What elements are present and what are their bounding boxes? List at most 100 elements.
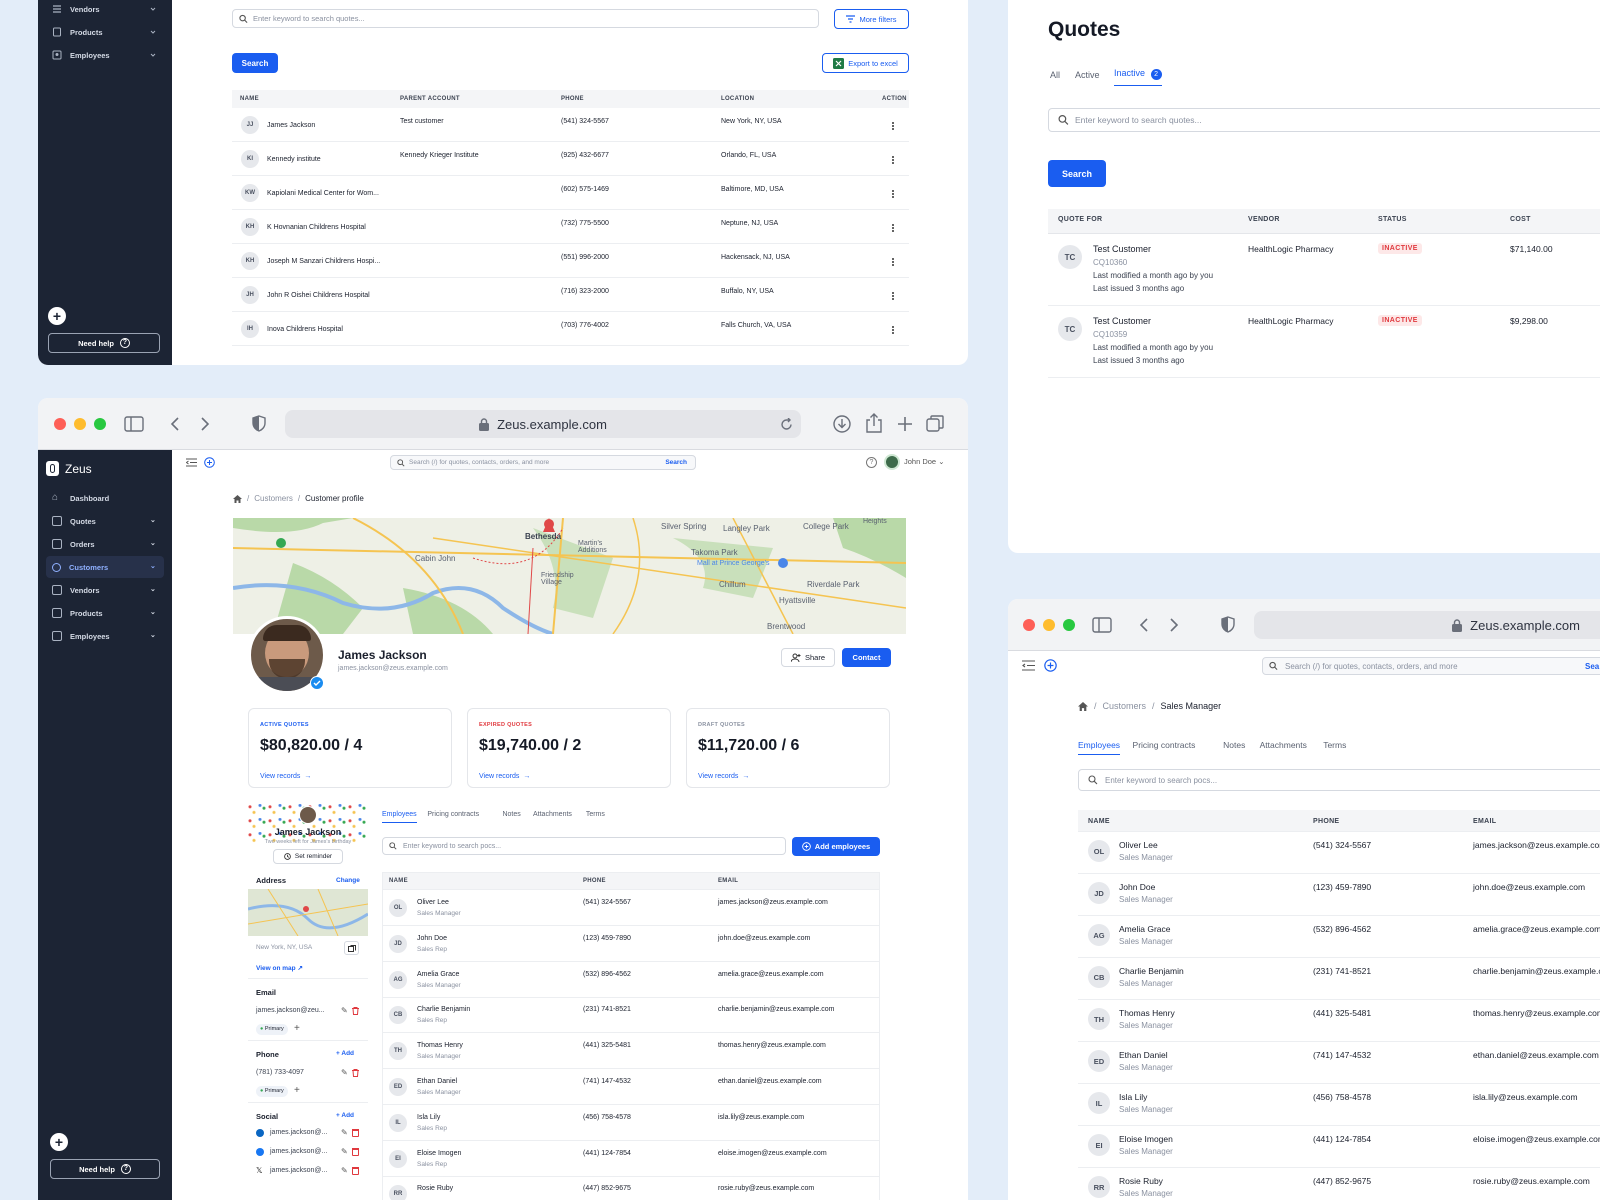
search-input[interactable]: Enter keyword to search quotes... bbox=[232, 9, 819, 28]
delete-icon[interactable] bbox=[352, 1129, 359, 1137]
contact-button[interactable]: Contact bbox=[842, 648, 891, 667]
global-search-input[interactable]: Search (/) for quotes, contacts, orders,… bbox=[1262, 657, 1600, 675]
more-options-icon[interactable] bbox=[892, 189, 895, 199]
delete-icon[interactable] bbox=[352, 1148, 359, 1156]
tab-notes[interactable]: Notes bbox=[1223, 740, 1245, 750]
address-bar[interactable]: Zeus.example.com bbox=[285, 410, 801, 438]
row-name[interactable]: Kapiolani Medical Center for Wom... bbox=[267, 190, 379, 197]
delete-icon[interactable] bbox=[352, 1167, 359, 1175]
help-icon[interactable]: ? bbox=[866, 457, 877, 468]
row-name[interactable]: Inova Childrens Hospital bbox=[267, 326, 343, 333]
minimize-window-button[interactable] bbox=[74, 418, 86, 430]
row-name[interactable]: K Hovnanian Childrens Hospital bbox=[267, 224, 366, 231]
sidebar-item-vendors[interactable]: Vendors ⌄ bbox=[46, 579, 164, 601]
quote-customer[interactable]: Test Customer bbox=[1093, 244, 1151, 254]
table-row[interactable] bbox=[382, 890, 880, 926]
global-search-button[interactable]: Sea bbox=[1585, 662, 1599, 671]
home-icon[interactable] bbox=[233, 494, 242, 503]
employee-name[interactable]: John Doe bbox=[1119, 882, 1155, 892]
tab-employees[interactable]: Employees bbox=[1078, 740, 1121, 755]
sidebar-toggle-icon[interactable] bbox=[1092, 617, 1112, 633]
minimize-window-button[interactable] bbox=[1043, 619, 1055, 631]
sidebar-toggle-icon[interactable] bbox=[124, 416, 144, 432]
share-icon[interactable] bbox=[866, 413, 882, 433]
table-row[interactable] bbox=[382, 961, 880, 998]
download-icon[interactable] bbox=[833, 415, 851, 433]
add-phone-icon[interactable]: + bbox=[294, 1085, 300, 1096]
employee-name[interactable]: Rosie Ruby bbox=[417, 1185, 453, 1192]
add-circle-icon[interactable] bbox=[1044, 659, 1057, 672]
row-name[interactable]: Kennedy institute bbox=[267, 156, 321, 163]
back-icon[interactable] bbox=[170, 417, 180, 431]
reload-icon[interactable] bbox=[780, 417, 793, 431]
tab-all[interactable]: All bbox=[1050, 70, 1060, 80]
delete-icon[interactable] bbox=[352, 1069, 359, 1077]
sidebar-item-products[interactable]: Products ⌄ bbox=[46, 602, 164, 624]
tab-attachments[interactable]: Attachments bbox=[1260, 740, 1307, 750]
employee-name[interactable]: Oliver Lee bbox=[1119, 840, 1158, 850]
row-name[interactable]: Joseph M Sanzari Childrens Hospi... bbox=[267, 258, 380, 265]
view-records-link[interactable]: View records → bbox=[698, 773, 749, 780]
row-name[interactable]: James Jackson bbox=[267, 122, 315, 129]
quote-customer[interactable]: Test Customer bbox=[1093, 316, 1151, 326]
sidebar-item-employees[interactable]: Employees bbox=[46, 44, 164, 66]
tab-active[interactable]: Active bbox=[1075, 70, 1100, 80]
table-row[interactable] bbox=[382, 1033, 880, 1070]
home-icon[interactable] bbox=[1078, 701, 1088, 711]
search-button[interactable]: Search bbox=[232, 53, 278, 73]
more-options-icon[interactable] bbox=[892, 155, 895, 165]
tab-inactive[interactable]: Inactive 2 bbox=[1114, 68, 1162, 86]
edit-icon[interactable]: ✎ bbox=[341, 1166, 348, 1175]
add-social-link[interactable]: + Add bbox=[336, 1112, 354, 1119]
more-options-icon[interactable] bbox=[892, 291, 895, 301]
view-on-map-link[interactable]: View on map ↗ bbox=[256, 964, 303, 972]
more-options-icon[interactable] bbox=[892, 121, 895, 131]
add-icon[interactable]: + bbox=[50, 1133, 68, 1151]
add-employees-button[interactable]: Add employees bbox=[792, 837, 880, 856]
set-reminder-button[interactable]: Set reminder bbox=[273, 849, 343, 864]
copy-icon[interactable] bbox=[344, 941, 359, 955]
table-row[interactable] bbox=[382, 1104, 880, 1141]
edit-icon[interactable]: ✎ bbox=[341, 1128, 348, 1137]
forward-icon[interactable] bbox=[1169, 618, 1179, 632]
row-name[interactable]: John R Oishei Childrens Hospital bbox=[267, 292, 370, 299]
more-options-icon[interactable] bbox=[892, 325, 895, 335]
view-records-link[interactable]: View records → bbox=[479, 773, 530, 780]
change-address-link[interactable]: Change bbox=[336, 877, 360, 884]
more-options-icon[interactable] bbox=[892, 223, 895, 233]
employee-name[interactable]: Rosie Ruby bbox=[1119, 1176, 1163, 1186]
tab-pricing-contracts[interactable]: Pricing contracts bbox=[1133, 740, 1196, 750]
employee-name[interactable]: Eloise Imogen bbox=[1119, 1134, 1173, 1144]
tab-terms[interactable]: Terms bbox=[586, 811, 605, 818]
sidebar-item-employees[interactable]: Employees ⌄ bbox=[46, 625, 164, 647]
address-map[interactable] bbox=[248, 889, 368, 936]
back-icon[interactable] bbox=[1139, 618, 1149, 632]
add-email-icon[interactable]: + bbox=[294, 1023, 300, 1034]
employee-name[interactable]: Amelia Grace bbox=[1119, 924, 1171, 934]
add-icon[interactable]: + bbox=[48, 307, 66, 325]
close-window-button[interactable] bbox=[1023, 619, 1035, 631]
edit-icon[interactable]: ✎ bbox=[341, 1006, 348, 1015]
quotes-search-input[interactable]: Enter keyword to search quotes... bbox=[1048, 108, 1600, 132]
table-row[interactable] bbox=[382, 1069, 880, 1105]
maximize-window-button[interactable] bbox=[94, 418, 106, 430]
user-menu[interactable]: John Doe ⌄ bbox=[904, 457, 945, 466]
shield-icon[interactable] bbox=[1221, 616, 1235, 633]
tab-terms[interactable]: Terms bbox=[1323, 740, 1346, 750]
export-excel-button[interactable]: Export to excel bbox=[822, 53, 909, 73]
sidebar-item-vendors[interactable]: Vendors bbox=[46, 0, 164, 20]
close-window-button[interactable] bbox=[54, 418, 66, 430]
employee-name[interactable]: Isla Lily bbox=[417, 1114, 440, 1121]
sidebar-item-orders[interactable]: Orders ⌄ bbox=[46, 533, 164, 555]
share-button[interactable]: Share bbox=[781, 648, 835, 667]
view-records-link[interactable]: View records → bbox=[260, 773, 311, 780]
global-search-button[interactable]: Search bbox=[665, 459, 687, 466]
sidebar-item-products[interactable]: Products bbox=[46, 21, 164, 43]
tab-pricing-contracts[interactable]: Pricing contracts bbox=[427, 811, 479, 818]
employee-name[interactable]: Thomas Henry bbox=[1119, 1008, 1175, 1018]
employee-name[interactable]: Oliver Lee bbox=[417, 899, 449, 906]
table-row[interactable] bbox=[232, 108, 909, 142]
table-row[interactable] bbox=[382, 1140, 880, 1177]
pocs-search-input[interactable]: Enter keyword to search pocs... bbox=[1078, 769, 1600, 791]
employee-name[interactable]: Charlie Benjamin bbox=[1119, 966, 1184, 976]
